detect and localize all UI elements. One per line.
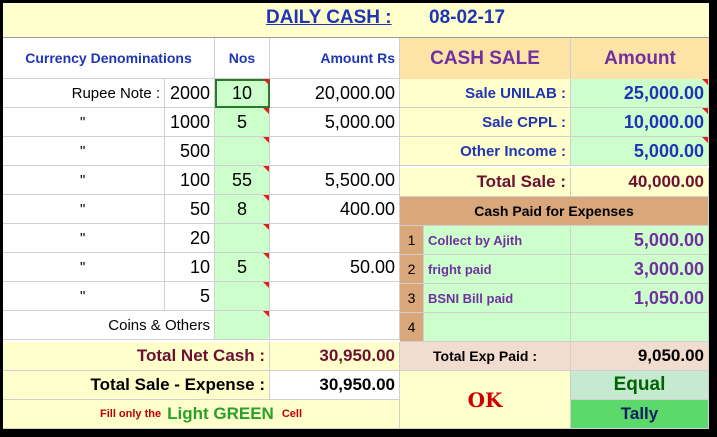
sale-label: Sale CPPL : bbox=[400, 108, 571, 137]
nos-input[interactable] bbox=[215, 224, 270, 253]
amount-value bbox=[270, 282, 400, 311]
fill-instruction-note: Fill only the Light GREEN Cell bbox=[3, 400, 400, 429]
nos-input[interactable]: 5 bbox=[215, 253, 270, 282]
amount-value: 20,000.00 bbox=[270, 79, 400, 108]
amount-value bbox=[270, 137, 400, 166]
comment-marker bbox=[702, 137, 708, 143]
nos-input[interactable]: 55 bbox=[215, 166, 270, 195]
nos-input[interactable] bbox=[215, 137, 270, 166]
currency-row-label: Rupee Note : bbox=[3, 79, 165, 108]
total-sale-expense-value: 30,950.00 bbox=[270, 371, 400, 400]
currency-row-label: " bbox=[3, 166, 165, 195]
comment-marker bbox=[263, 108, 269, 114]
currency-row-label: " bbox=[3, 108, 165, 137]
comment-marker bbox=[263, 166, 269, 172]
nos-input[interactable]: 5 bbox=[215, 108, 270, 137]
sale-label: Other Income : bbox=[400, 137, 571, 166]
expense-number: 3 bbox=[400, 284, 424, 313]
comment-marker bbox=[263, 311, 269, 317]
expense-number: 2 bbox=[400, 255, 424, 284]
currency-row-label: " bbox=[3, 137, 165, 166]
page-title: DAILY CASH : bbox=[266, 7, 392, 28]
sale-amount-input[interactable]: 25,000.00 bbox=[571, 79, 709, 108]
header-amount: Amount bbox=[571, 38, 709, 79]
currency-row-label: " bbox=[3, 253, 165, 282]
total-sale-expense-label: Total Sale - Expense : bbox=[3, 371, 270, 400]
comment-marker bbox=[702, 79, 708, 85]
sale-amount-input[interactable]: 10,000.00 bbox=[571, 108, 709, 137]
nos-input[interactable] bbox=[215, 311, 270, 340]
header-nos: Nos bbox=[215, 38, 270, 79]
comment-marker bbox=[702, 108, 708, 114]
amount-value: 5,500.00 bbox=[270, 166, 400, 195]
amount-value: 400.00 bbox=[270, 195, 400, 224]
expense-label-input[interactable]: fright paid bbox=[424, 255, 571, 284]
expense-amount-input[interactable]: 5,000.00 bbox=[571, 226, 709, 255]
expense-number: 4 bbox=[400, 313, 424, 342]
expense-amount-input[interactable] bbox=[571, 313, 709, 342]
amount-value bbox=[270, 311, 400, 340]
report-date: 08-02-17 bbox=[429, 7, 506, 28]
expenses-header: Cash Paid for Expenses bbox=[400, 197, 709, 226]
sale-amount-input[interactable]: 5,000.00 bbox=[571, 137, 709, 166]
comment-marker bbox=[263, 79, 269, 85]
denomination-value: 500 bbox=[165, 137, 215, 166]
total-sale-value: 40,000.00 bbox=[571, 168, 709, 197]
comment-marker bbox=[263, 253, 269, 259]
denomination-value: 100 bbox=[165, 166, 215, 195]
title-bar: DAILY CASH : 08-02-17 bbox=[3, 3, 709, 38]
denomination-value: 20 bbox=[165, 224, 215, 253]
total-net-cash-value: 30,950.00 bbox=[270, 342, 400, 371]
expense-label-input[interactable] bbox=[424, 313, 571, 342]
denomination-value: 5 bbox=[165, 282, 215, 311]
comment-marker bbox=[263, 137, 269, 143]
nos-input[interactable] bbox=[215, 282, 270, 311]
currency-row-label: Coins & Others bbox=[3, 311, 215, 340]
expense-label-input[interactable]: BSNI Bill paid bbox=[424, 284, 571, 313]
expense-amount-input[interactable]: 3,000.00 bbox=[571, 255, 709, 284]
header-amount-rs: Amount Rs bbox=[270, 38, 400, 79]
denomination-value: 2000 bbox=[165, 79, 215, 108]
total-net-cash-label: Total Net Cash : bbox=[3, 342, 270, 371]
currency-row-label: " bbox=[3, 282, 165, 311]
comment-marker bbox=[263, 282, 269, 288]
nos-input[interactable]: 10 bbox=[215, 79, 270, 108]
total-sale-label: Total Sale : bbox=[400, 168, 571, 197]
expense-number: 1 bbox=[400, 226, 424, 255]
header-currency-denominations: Currency Denominations bbox=[3, 38, 215, 79]
amount-value bbox=[270, 224, 400, 253]
comment-marker bbox=[263, 195, 269, 201]
denomination-value: 50 bbox=[165, 195, 215, 224]
nos-input[interactable]: 8 bbox=[215, 195, 270, 224]
amount-value: 5,000.00 bbox=[270, 108, 400, 137]
ok-status: OK bbox=[400, 371, 571, 429]
currency-row-label: " bbox=[3, 195, 165, 224]
expense-label-input[interactable]: Collect by Ajith bbox=[424, 226, 571, 255]
amount-value: 50.00 bbox=[270, 253, 400, 282]
total-exp-paid-value: 9,050.00 bbox=[571, 342, 709, 371]
denomination-value: 1000 bbox=[165, 108, 215, 137]
denomination-value: 10 bbox=[165, 253, 215, 282]
header-cash-sale: CASH SALE bbox=[400, 38, 571, 79]
tally-status: Tally bbox=[571, 400, 709, 429]
expense-amount-input[interactable]: 1,050.00 bbox=[571, 284, 709, 313]
equal-status: Equal bbox=[571, 371, 709, 400]
currency-row-label: " bbox=[3, 224, 165, 253]
total-exp-paid-label: Total Exp Paid : bbox=[400, 342, 571, 371]
comment-marker bbox=[263, 224, 269, 230]
sale-label: Sale UNILAB : bbox=[400, 79, 571, 108]
